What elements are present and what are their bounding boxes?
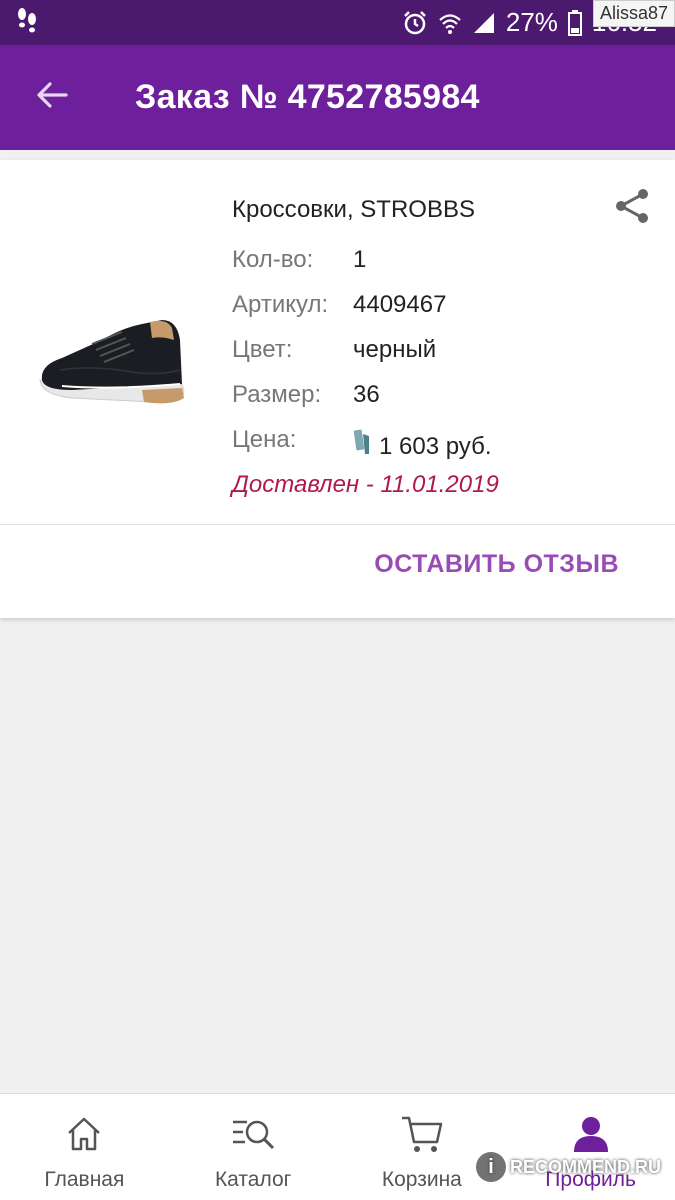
- delivery-status: Доставлен - 11.01.2019: [232, 471, 499, 498]
- field-label: Цвет:: [232, 336, 293, 363]
- product-name[interactable]: Кроссовки, STROBBS: [232, 194, 499, 244]
- field-label: Цена:: [232, 426, 297, 453]
- nav-item-home[interactable]: Главная: [0, 1094, 169, 1200]
- watermark-logo-icon: i: [476, 1152, 506, 1182]
- product-image[interactable]: [32, 310, 192, 425]
- field-label: Артикул:: [232, 291, 329, 318]
- field-label: Размер:: [232, 381, 322, 408]
- app-bar: Заказ № 4752785984: [0, 45, 675, 150]
- site-watermark: i RECOMMEND.RU: [476, 1152, 661, 1182]
- field-size: Размер: 36: [232, 379, 499, 424]
- field-value: 36: [353, 381, 380, 408]
- card-payment-icon: [353, 428, 373, 465]
- divider: [0, 524, 675, 525]
- field-color: Цвет: черный: [232, 334, 499, 379]
- nav-label: Каталог: [214, 1168, 292, 1191]
- cart-icon: [400, 1112, 444, 1156]
- signal-icon: [472, 11, 496, 35]
- field-quantity: Кол-во: 1: [232, 244, 499, 289]
- share-button[interactable]: [613, 186, 653, 226]
- nav-item-profile[interactable]: Профиль: [506, 1094, 675, 1200]
- field-value: 4409467: [353, 291, 447, 318]
- field-value: черный: [353, 336, 437, 363]
- alarm-icon: [402, 10, 428, 36]
- status-left: [16, 6, 38, 39]
- nav-item-cart[interactable]: Корзина: [338, 1094, 507, 1200]
- home-icon: [62, 1112, 106, 1156]
- battery-icon: [567, 9, 582, 36]
- field-article: Артикул: 4409467: [232, 289, 499, 334]
- field-label: Кол-во:: [232, 246, 314, 273]
- leave-review-button[interactable]: ОСТАВИТЬ ОТЗЫВ: [374, 550, 619, 579]
- catalog-search-icon: [231, 1112, 275, 1156]
- field-price: Цена: 1 603 руб.: [232, 424, 499, 469]
- watermark-text: RECOMMEND.RU: [510, 1156, 661, 1177]
- order-item-info: Кроссовки, STROBBS Кол-во: 1 Артикул: 44…: [232, 194, 499, 501]
- arrow-left-icon: [34, 77, 70, 118]
- back-button[interactable]: [17, 63, 87, 133]
- user-watermark: Alissa87: [592, 0, 675, 27]
- battery-percent: 27%: [505, 7, 558, 37]
- share-icon: [613, 189, 653, 230]
- field-value: 1: [353, 246, 367, 273]
- price-value-wrap: 1 603 руб.: [353, 424, 492, 469]
- nav-label: Главная: [44, 1168, 125, 1191]
- wifi-icon: [438, 11, 462, 35]
- nav-label: Корзина: [381, 1168, 462, 1191]
- footsteps-icon: [16, 6, 38, 39]
- profile-icon: [569, 1112, 613, 1156]
- nav-item-catalog[interactable]: Каталог: [169, 1094, 338, 1200]
- status-bar: 27% 16:52 Alissa87: [0, 0, 675, 45]
- bottom-nav: Главная Каталог Корзина Профиль: [0, 1093, 675, 1200]
- price-value: 1 603 руб.: [379, 432, 492, 460]
- order-item-card: Кроссовки, STROBBS Кол-во: 1 Артикул: 44…: [0, 160, 675, 618]
- page-title: Заказ № 4752785984: [135, 78, 480, 116]
